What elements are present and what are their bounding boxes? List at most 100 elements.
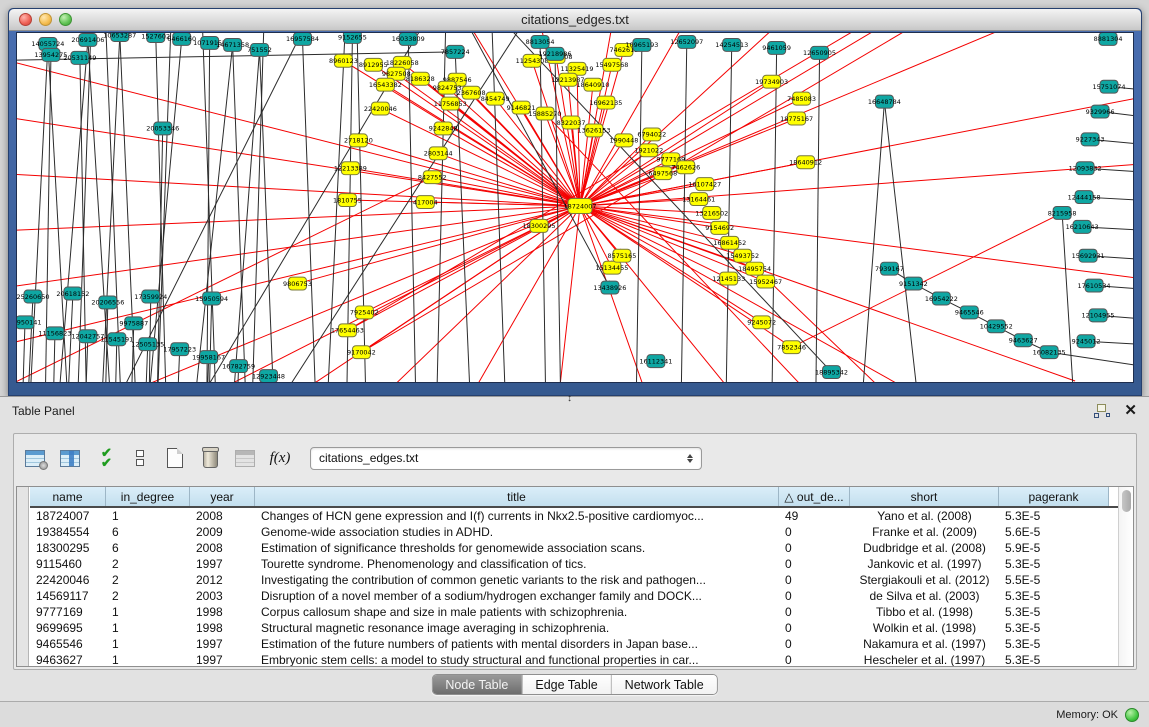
column-header-title[interactable]: title: [255, 487, 779, 506]
node-table: name in_degree year title △ out_de... sh…: [16, 486, 1134, 667]
network-edge: [252, 33, 265, 382]
network-node-label: 417004: [413, 198, 438, 206]
network-edge: [17, 206, 580, 232]
table-panel-body: ✔✔ f(x) citations_edges.txt name in_degr…: [13, 433, 1137, 670]
tab-edge-table[interactable]: Edge Table: [522, 675, 611, 694]
new-document-icon[interactable]: [162, 445, 188, 471]
network-node-label: 17654463: [331, 327, 364, 335]
network-node-label: 12213389: [334, 165, 367, 173]
close-panel-icon[interactable]: ✕: [1124, 404, 1137, 418]
table-row[interactable]: 1872400712008Changes of HCN gene express…: [30, 508, 1118, 524]
network-node-label: 15952467: [749, 278, 782, 286]
network-node-label: 16112341: [639, 357, 672, 365]
minimize-window-icon[interactable]: [39, 13, 52, 26]
network-node-label: 16648784: [868, 98, 901, 106]
cell-out_degree: 0: [779, 524, 850, 540]
resize-cursor: ↕: [567, 393, 572, 404]
delete-table-icon[interactable]: [197, 445, 223, 471]
cell-in_degree: 1: [106, 620, 190, 636]
network-node-label: 18495754: [738, 265, 771, 273]
window-titlebar[interactable]: citations_edges.txt: [9, 9, 1141, 31]
table-row[interactable]: 2242004622012Investigating the contribut…: [30, 572, 1118, 588]
cell-pagerank: 5.3E-5: [999, 620, 1109, 636]
cell-name: 9115460: [30, 556, 106, 572]
select-columns-icon[interactable]: [57, 445, 83, 471]
memory-status-indicator[interactable]: [1125, 708, 1139, 722]
cell-title: Structural magnetic resonance image aver…: [255, 620, 779, 636]
network-node-label: 9329966: [1086, 108, 1115, 116]
network-node-label: 12444158: [1068, 193, 1101, 201]
table-row[interactable]: 1830029562008Estimation of significance …: [30, 540, 1118, 556]
cell-year: 1997: [190, 556, 255, 572]
float-window-icon[interactable]: [1094, 404, 1110, 418]
cell-in_degree: 2: [106, 556, 190, 572]
network-node-label: 6466160: [167, 35, 196, 43]
tab-node-table[interactable]: Node Table: [432, 675, 522, 694]
tab-network-table[interactable]: Network Table: [612, 675, 717, 694]
close-window-icon[interactable]: [19, 13, 32, 26]
network-node-label: 12093832: [1069, 165, 1102, 173]
network-node-label: 16782759: [222, 362, 255, 370]
network-edge: [302, 39, 316, 382]
cell-year: 2012: [190, 572, 255, 588]
network-node-label: 16210643: [1066, 223, 1099, 231]
network-node-label: 9975887: [119, 320, 148, 328]
network-node-label: 16082135: [1033, 348, 1066, 356]
cell-name: 14569117: [30, 588, 106, 604]
rows-icon[interactable]: [127, 445, 153, 471]
cell-in_degree: 2: [106, 572, 190, 588]
citation-network-graph[interactable]: 1872400718300295896012389129551822605898…: [17, 33, 1133, 382]
table-toolbar: ✔✔ f(x) citations_edges.txt: [22, 442, 702, 474]
network-node-label: 12505135: [131, 341, 164, 349]
column-header-name[interactable]: name: [30, 487, 106, 506]
table-row[interactable]: 969969511998Structural magnetic resonanc…: [30, 620, 1118, 636]
column-header-in-degree[interactable]: in_degree: [106, 487, 190, 506]
cell-out_degree: 0: [779, 620, 850, 636]
table-row[interactable]: 911546021997Tourette syndrome. Phenomeno…: [30, 556, 1118, 572]
column-header-out-degree[interactable]: △ out_de...: [779, 487, 850, 506]
table-row[interactable]: 1938455462009Genome-wide association stu…: [30, 524, 1118, 540]
table-row[interactable]: 1456911722003Disruption of a novel membe…: [30, 588, 1118, 604]
zoom-window-icon[interactable]: [59, 13, 72, 26]
cell-name: 22420046: [30, 572, 106, 588]
network-node-label: 1810755: [333, 196, 362, 204]
network-node-label: 11756853: [434, 100, 467, 108]
network-node-label: 9806753: [283, 280, 312, 288]
table-settings-icon[interactable]: [22, 445, 48, 471]
network-canvas[interactable]: 1872400718300295896012389129551822605898…: [16, 32, 1134, 383]
network-node-label: 9170042: [347, 348, 376, 356]
table-row[interactable]: 946362711997Embryonic stem cells: a mode…: [30, 652, 1118, 666]
scrollbar-thumb[interactable]: [1122, 490, 1131, 512]
network-edge: [232, 50, 260, 382]
cell-year: 1998: [190, 604, 255, 620]
function-builder-icon[interactable]: f(x): [267, 445, 293, 471]
network-select-dropdown[interactable]: citations_edges.txt: [310, 447, 702, 470]
network-node-label: 7857224: [441, 48, 470, 56]
cell-pagerank: 5.3E-5: [999, 588, 1109, 604]
network-node-label: 10653287: [103, 33, 136, 39]
column-header-pagerank[interactable]: pagerank: [999, 487, 1109, 506]
network-node-label: 8322037: [557, 119, 586, 127]
cell-year: 1998: [190, 620, 255, 636]
cell-name: 9777169: [30, 604, 106, 620]
column-header-year[interactable]: year: [190, 487, 255, 506]
select-rows-icon[interactable]: ✔✔: [92, 445, 118, 471]
column-header-short[interactable]: short: [850, 487, 999, 506]
table-row[interactable]: 977716911998Corpus callosum shape and si…: [30, 604, 1118, 620]
network-node-label: 14055724: [31, 40, 64, 48]
network-edge: [1062, 213, 1075, 382]
network-node-label: 1990448: [609, 137, 638, 145]
network-node-label: 8186328: [406, 75, 435, 83]
table-row[interactable]: 946554611997Estimation of the future num…: [30, 636, 1118, 652]
network-node-label: 22420046: [364, 105, 397, 113]
network-edge: [491, 33, 506, 382]
network-node-label: 1921022: [634, 147, 663, 155]
cell-title: Disruption of a novel member of a sodium…: [255, 588, 779, 604]
network-node-label: 8454749: [481, 95, 510, 103]
vertical-scrollbar[interactable]: [1118, 487, 1133, 666]
network-node-label: 11325419: [560, 65, 593, 73]
network-node-label: 2718120: [344, 137, 373, 145]
network-node-label: 19958167: [192, 353, 225, 361]
network-node-label: 9461059: [762, 44, 791, 52]
cell-short: Yano et al. (2008): [850, 508, 999, 524]
